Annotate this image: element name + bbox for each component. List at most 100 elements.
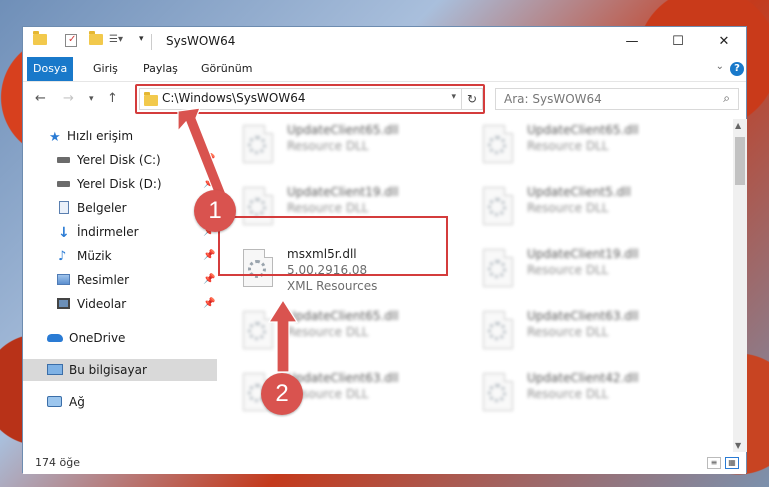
callout-badge-2: 2 [261, 373, 303, 415]
properties-icon[interactable]: ✓ [65, 34, 77, 47]
minimize-button[interactable]: — [609, 27, 655, 57]
details-view-icon[interactable]: ≡ [707, 457, 721, 469]
file-highlight [218, 216, 448, 276]
search-icon[interactable]: ⌕ [723, 91, 730, 106]
file-description: Resource DLL [287, 325, 369, 339]
title-bar: ✓ ☰▾ ▾ SysWOW64 — ☐ ✕ [23, 27, 746, 57]
documents-icon [59, 201, 69, 214]
chevron-down-icon[interactable]: ▾ [451, 92, 456, 102]
cloud-icon [47, 334, 63, 342]
nav-item-label: Ağ [69, 395, 85, 409]
recent-locations-icon[interactable]: ▾ [89, 94, 94, 104]
file-item[interactable]: UpdateClient5.dll Resource DLL [467, 181, 692, 237]
refresh-icon[interactable]: ↻ [461, 89, 482, 109]
dll-file-icon [483, 311, 513, 349]
pin-icon[interactable]: 📌 [203, 293, 215, 315]
file-name: UpdateClient19.dll [527, 247, 639, 261]
drive-icon [57, 181, 70, 187]
file-description: Resource DLL [287, 201, 369, 215]
file-item[interactable]: UpdateClient63.dll Resource DLL [467, 305, 692, 361]
tab-file[interactable]: Dosya [27, 57, 74, 81]
file-description: Resource DLL [527, 139, 609, 153]
dll-file-icon [483, 249, 513, 287]
scroll-down-icon[interactable]: ▼ [735, 441, 741, 450]
back-arrow-icon[interactable]: ← [35, 91, 46, 106]
file-name: UpdateClient42.dll [527, 371, 639, 385]
nav-item-label: Bu bilgisayar [69, 363, 147, 377]
file-name: UpdateClient65.dll [287, 309, 399, 323]
file-item[interactable]: UpdateClient19.dll Resource DLL [467, 243, 692, 299]
file-name: UpdateClient65.dll [287, 123, 399, 137]
nav-item-label: OneDrive [69, 331, 126, 345]
nav-item-downloads[interactable]: ↓ İndirmeler 📌 [23, 221, 217, 243]
dll-file-icon [483, 125, 513, 163]
file-description: Resource DLL [527, 263, 609, 277]
music-icon: ♪ [58, 249, 67, 264]
nav-item-network[interactable]: Ağ [23, 391, 217, 413]
navigation-bar: ← → ▾ ↑ C:\Windows\SysWOW64 ▾ ↻ Ara: Sys… [23, 82, 746, 116]
pictures-icon [57, 274, 70, 285]
file-description: Resource DLL [527, 387, 609, 401]
dll-file-icon [243, 311, 273, 349]
tab-home[interactable]: Giriş [87, 57, 124, 81]
computer-icon [47, 364, 63, 375]
nav-item-label: Videolar [77, 297, 127, 311]
network-icon [47, 396, 62, 407]
pin-icon[interactable]: 📌 [203, 269, 215, 291]
address-path: C:\Windows\SysWOW64 [162, 91, 306, 105]
new-folder-icon[interactable] [89, 31, 103, 50]
status-bar: 174 öğe ≡ ▦ [23, 454, 746, 474]
close-button[interactable]: ✕ [701, 27, 747, 57]
file-item[interactable]: UpdateClient65.dll Resource DLL [467, 119, 692, 175]
nav-item-onedrive[interactable]: OneDrive [23, 327, 217, 349]
video-icon [57, 298, 70, 309]
maximize-button[interactable]: ☐ [655, 27, 701, 57]
expand-ribbon-icon[interactable]: ⌄ [716, 61, 724, 72]
scroll-up-icon[interactable]: ▲ [735, 121, 741, 130]
nav-item-label: İndirmeler [77, 225, 139, 239]
file-description: XML Resources [287, 279, 378, 293]
nav-item-videos[interactable]: Videolar 📌 [23, 293, 217, 315]
up-arrow-icon[interactable]: ↑ [107, 91, 118, 106]
nav-item-label: Belgeler [77, 201, 127, 215]
nav-item-label: Hızlı erişim [67, 129, 134, 143]
tab-view[interactable]: Görünüm [195, 57, 258, 81]
download-icon: ↓ [58, 225, 70, 241]
nav-item-local-disk-c[interactable]: Yerel Disk (C:) 📌 [23, 149, 217, 171]
file-item[interactable]: UpdateClient65.dll Resource DLL [227, 119, 452, 175]
nav-item-label: Yerel Disk (D:) [77, 177, 162, 191]
folder-icon[interactable] [33, 31, 47, 50]
nav-item-documents[interactable]: Belgeler 📌 [23, 197, 217, 219]
pin-icon[interactable]: 📌 [203, 245, 215, 267]
chevron-down-icon[interactable]: ▾ [139, 34, 144, 50]
nav-item-this-pc[interactable]: Bu bilgisayar [23, 359, 217, 381]
tiles-view-icon[interactable]: ▦ [725, 457, 739, 469]
nav-item-label: Resimler [77, 273, 130, 287]
file-name: UpdateClient63.dll [527, 309, 639, 323]
nav-item-pictures[interactable]: Resimler 📌 [23, 269, 217, 291]
customize-toolbar-icon[interactable]: ☰▾ [109, 34, 123, 50]
file-item[interactable]: UpdateClient42.dll Resource DLL [467, 367, 692, 423]
file-item[interactable]: UpdateClient65.dll Resource DLL [227, 305, 452, 361]
tab-share[interactable]: Paylaş [137, 57, 184, 81]
nav-item-local-disk-d[interactable]: Yerel Disk (D:) 📌 [23, 173, 217, 195]
nav-item-quick-access[interactable]: ★ Hızlı erişim [23, 125, 217, 147]
search-box[interactable]: Ara: SysWOW64 ⌕ [495, 88, 739, 110]
vertical-scrollbar[interactable]: ▲ ▼ [733, 119, 747, 452]
nav-item-music[interactable]: ♪ Müzik 📌 [23, 245, 217, 267]
ribbon-tabs: Dosya Giriş Paylaş Görünüm ⌄ ? [23, 57, 746, 82]
scrollbar-thumb[interactable] [735, 137, 745, 185]
file-list: UpdateClient65.dll Resource DLL UpdateCl… [227, 119, 733, 454]
title-separator [151, 34, 152, 50]
help-icon[interactable]: ? [730, 62, 744, 76]
file-name: UpdateClient63.dll [287, 371, 399, 385]
file-description: Resource DLL [527, 325, 609, 339]
forward-arrow-icon[interactable]: → [63, 91, 74, 106]
file-description: Resource DLL [527, 201, 609, 215]
search-placeholder: Ara: SysWOW64 [504, 92, 602, 106]
dll-file-icon [483, 373, 513, 411]
pin-icon[interactable]: 📌 [203, 149, 215, 171]
navigation-pane: ★ Hızlı erişim Yerel Disk (C:) 📌 Yerel D… [23, 119, 217, 454]
folder-icon [144, 92, 158, 109]
address-bar[interactable]: C:\Windows\SysWOW64 ▾ ↻ [139, 88, 483, 110]
